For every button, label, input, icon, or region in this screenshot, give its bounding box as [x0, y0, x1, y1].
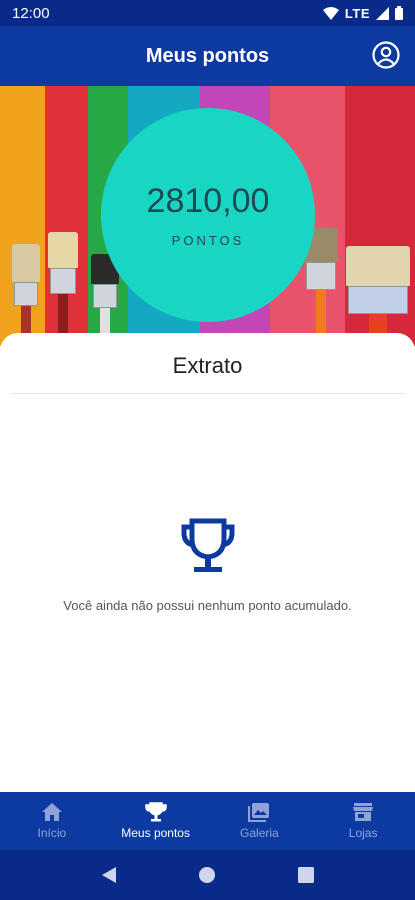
bottom-nav: Início Meus pontos Galeria Lojas: [0, 792, 415, 850]
points-circle: 2810,00 PONTOS: [101, 108, 315, 322]
gallery-icon: [248, 803, 270, 822]
nav-item-galeria[interactable]: Galeria: [208, 792, 312, 850]
back-icon[interactable]: [101, 866, 117, 884]
home-circle-icon[interactable]: [198, 866, 216, 884]
nav-label: Meus pontos: [121, 826, 190, 840]
network-type: LTE: [344, 5, 370, 21]
recents-icon[interactable]: [298, 867, 315, 883]
page-title: Meus pontos: [145, 44, 270, 67]
nav-label: Lojas: [348, 826, 378, 840]
app-bar: Meus pontos: [0, 26, 415, 86]
paintbrush: [346, 246, 410, 346]
battery-icon: [395, 6, 403, 20]
paintbrush: [48, 232, 78, 346]
status-bar: 12:00 LTE: [0, 0, 415, 26]
points-value: 2810,00: [146, 182, 270, 220]
wifi-icon: [322, 6, 339, 20]
nav-item-lojas[interactable]: Lojas: [311, 792, 415, 850]
status-icons: LTE: [322, 5, 403, 21]
paintbrush: [12, 244, 40, 344]
divider: [10, 393, 405, 394]
profile-icon[interactable]: [371, 40, 401, 70]
status-time: 12:00: [12, 4, 50, 22]
system-nav-bar: [0, 850, 415, 900]
nav-label: Início: [37, 826, 67, 840]
statement-card: Extrato Você ainda não possui nenhum pon…: [0, 333, 415, 793]
trophy-icon: [181, 518, 235, 572]
nav-label: Galeria: [240, 826, 279, 840]
empty-state-message: Você ainda não possui nenhum ponto acumu…: [63, 598, 352, 613]
store-icon: [353, 803, 374, 821]
signal-icon: [376, 6, 389, 20]
trophy-icon: [144, 802, 167, 822]
points-label: PONTOS: [171, 233, 245, 248]
home-icon: [41, 803, 62, 821]
nav-item-inicio[interactable]: Início: [0, 792, 104, 850]
section-title: Extrato: [172, 353, 243, 378]
nav-item-meus-pontos[interactable]: Meus pontos: [104, 792, 208, 850]
